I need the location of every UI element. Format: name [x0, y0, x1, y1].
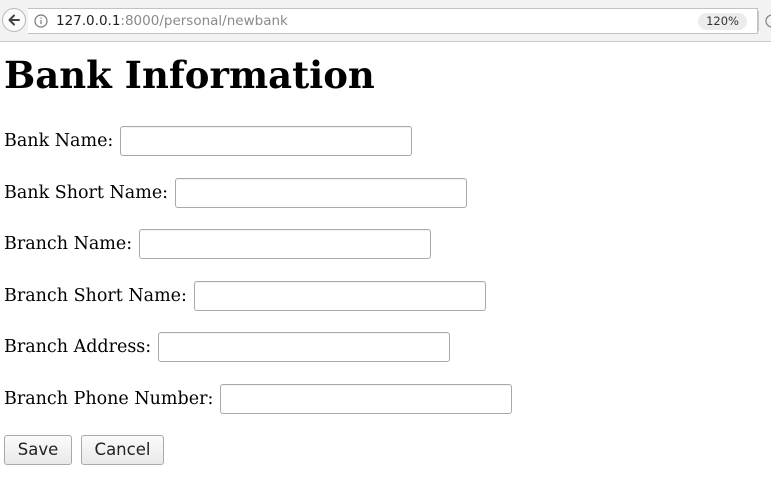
- branch-name-label: Branch Name:: [4, 234, 133, 254]
- branch-phone-number-row: Branch Phone Number:: [4, 383, 513, 415]
- zoom-level-badge[interactable]: 120%: [698, 13, 747, 30]
- back-arrow-icon: [8, 14, 20, 26]
- cancel-button[interactable]: Cancel: [81, 435, 164, 465]
- partial-toolbar-icon: [764, 13, 771, 29]
- page-title: Bank Information: [4, 53, 375, 97]
- branch-address-row: Branch Address:: [4, 331, 451, 363]
- info-icon[interactable]: [34, 14, 48, 28]
- branch-name-row: Branch Name:: [4, 228, 432, 260]
- branch-address-input[interactable]: [158, 332, 451, 362]
- url-text[interactable]: 127.0.0.1:8000/personal/newbank: [56, 13, 288, 29]
- bank-short-name-input[interactable]: [175, 178, 468, 208]
- bank-short-name-label: Bank Short Name:: [4, 183, 169, 203]
- browser-toolbar: 127.0.0.1:8000/personal/newbank 120%: [0, 0, 771, 42]
- bank-name-label: Bank Name:: [4, 131, 114, 151]
- address-bar[interactable]: 127.0.0.1:8000/personal/newbank 120%: [28, 8, 758, 34]
- branch-phone-number-label: Branch Phone Number:: [4, 389, 214, 409]
- bank-short-name-row: Bank Short Name:: [4, 177, 468, 209]
- toolbar-separator: [758, 11, 759, 31]
- save-button[interactable]: Save: [4, 435, 72, 465]
- url-path: :8000/personal/newbank: [120, 13, 288, 29]
- bank-name-input[interactable]: [120, 126, 413, 156]
- bank-name-row: Bank Name:: [4, 125, 413, 157]
- url-host: 127.0.0.1: [56, 13, 121, 29]
- branch-name-input[interactable]: [139, 229, 432, 259]
- branch-short-name-input[interactable]: [193, 281, 486, 311]
- branch-short-name-label: Branch Short Name:: [4, 286, 187, 306]
- branch-short-name-row: Branch Short Name:: [4, 280, 486, 312]
- branch-phone-number-input[interactable]: [220, 384, 513, 414]
- back-button[interactable]: [2, 8, 26, 32]
- branch-address-label: Branch Address:: [4, 337, 152, 357]
